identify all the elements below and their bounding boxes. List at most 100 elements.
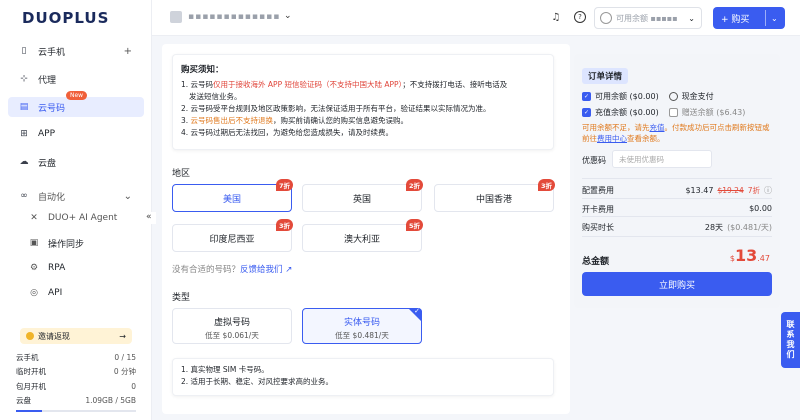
resource-stats: 云手机 0 / 15 临时开机 0 分钟 包月开机 0 云盘 1.09GB / 5GB [16, 350, 136, 408]
feedback-link[interactable]: 反馈给我们 [240, 265, 283, 275]
new-badge: New [66, 91, 88, 100]
apps-grid-icon: ⊞ [20, 129, 28, 139]
sidebar-item-ai-agent[interactable]: ✕ DUO+ AI Agent [18, 208, 144, 228]
type-features: 1. 真实物理 SIM 卡号码。 2. 适用于长期、稳定、对风控要求高的业务。 [172, 358, 554, 396]
recharge-balance-option[interactable]: ✓ 充值余额 ($0.00) 赠送余额 ($6.43) [582, 107, 745, 118]
sidebar-item-rpa[interactable]: ⚙ RPA [18, 258, 144, 278]
sidebar-item-api[interactable]: ◎ API [18, 283, 144, 303]
sidebar-item-label: API [48, 288, 63, 298]
disk-usage-fill [16, 410, 43, 412]
region-option-uk[interactable]: 英国 2折 [302, 179, 423, 212]
stat-row: 包月开机 0 [16, 381, 136, 391]
chevron-down-icon[interactable]: ⌄ [284, 11, 292, 21]
contact-label: 联系我们 [786, 320, 795, 359]
buy-button[interactable]: + 购买 ⌄ [713, 7, 785, 29]
help-icon[interactable]: ? [574, 11, 586, 23]
sidebar-item-label: APP [38, 129, 56, 139]
invite-cashback-button[interactable]: 邀请返现 → [20, 328, 132, 344]
api-icon: ◎ [30, 288, 38, 298]
sidebar-item-cloud-phone[interactable]: ▯ 云手机 + [8, 41, 144, 61]
type-option-physical[interactable]: 实体号码 低至 $0.481/天 ✓ [302, 307, 422, 344]
order-title: 订单详情 [582, 68, 629, 84]
buy-button-label: + 购买 [721, 14, 750, 25]
check-icon: ✓ [414, 307, 420, 315]
checkbox-checked-icon[interactable]: ✓ [582, 92, 591, 101]
coupon-label: 优惠码 [582, 156, 606, 165]
sidebar-item-label: 操作同步 [48, 239, 85, 250]
sim-icon: ▤ [19, 102, 29, 112]
feedback-prompt: 没有合适的号码？反馈给我们 ↗ [172, 265, 293, 275]
add-icon[interactable]: + [124, 46, 132, 57]
discount-badge: 3折 [537, 179, 555, 191]
sidebar-item-cloud-number[interactable]: ▤ 云号码 New [8, 91, 144, 117]
notice-line: 1. 云号码仅用于接收海外 APP 短信验证码（不支持中国大陆 APP）；不支持… [181, 80, 508, 89]
total-amount: $13.47 [729, 246, 770, 265]
sidebar-item-label: 云盘 [38, 158, 57, 169]
sidebar-item-cloud-disk[interactable]: ☁ 云盘 [8, 152, 144, 172]
rpa-icon: ⚙ [29, 263, 39, 273]
sidebar-item-app[interactable]: ⊞ APP [8, 124, 144, 144]
sidebar-item-sync[interactable]: ▣ 操作同步 [18, 233, 144, 253]
balance-label: 可用余额 ▪▪▪▪▪ [616, 13, 678, 23]
discount-badge: 2折 [405, 179, 423, 191]
insufficient-balance-warning: 可用余额不足，请先充值。付款成功后可点击刷新按钮或前往费用中心查看余额。 [582, 123, 770, 143]
contact-us-button[interactable]: 联系我们 [781, 312, 800, 368]
pay-balance-option[interactable]: ✓ 可用余额 ($0.00) 现金支付 [582, 91, 714, 102]
recharge-link[interactable]: 充值 [650, 123, 665, 132]
billing-center-link[interactable]: 费用中心 [597, 134, 627, 143]
info-icon: ⓘ [764, 186, 772, 195]
region-option-hk[interactable]: 中国香港 3折 [434, 179, 555, 212]
automation-icon: ∞ [20, 191, 28, 201]
total-label: 总金额 [582, 257, 610, 267]
bell-icon[interactable]: ♫ [550, 11, 562, 23]
config-fee-row: 配置费用 $13.47 $19.24 7折 ⓘ [582, 186, 772, 195]
stat-row: 云盘 1.09GB / 5GB [16, 396, 136, 406]
discount-badge: 5折 [405, 219, 423, 231]
purchase-notice: 购买须知： 1. 云号码仅用于接收海外 APP 短信验证码（不支持中国大陆 AP… [172, 54, 554, 150]
user-avatar-icon [600, 12, 612, 24]
checkbox-checked-icon[interactable]: ✓ [582, 108, 591, 117]
cloud-icon: ☁ [19, 157, 29, 167]
region-label: 地区 [172, 169, 191, 179]
region-option-id[interactable]: 印度尼西亚 3折 [172, 219, 293, 252]
coupon-input[interactable]: 未使用优惠码 [612, 150, 712, 168]
account-name[interactable]: ▪▪▪▪▪▪▪▪▪▪▪▪▪ [188, 12, 280, 22]
notice-line: 3. 云号码售出后不支持退换，购买前请确认您的购买信息避免误购。 [181, 116, 409, 125]
purchase-form: 购买须知： 1. 云号码仅用于接收海外 APP 短信验证码（不支持中国大陆 AP… [162, 44, 570, 414]
type-option-virtual[interactable]: 虚拟号码 低至 $0.061/天 [172, 308, 292, 344]
balance-selector[interactable]: 可用余额 ▪▪▪▪▪ ⌄ [594, 7, 702, 29]
sidebar-item-proxy[interactable]: ⊹ 代理 [8, 69, 144, 89]
duration-row: 购买时长 28天 ($0.481/天) [582, 223, 772, 232]
feature-line: 1. 真实物理 SIM 卡号码。 [181, 365, 269, 374]
sidebar-item-label: RPA [48, 263, 66, 273]
notice-title: 购买须知： [181, 65, 224, 75]
chevron-down-icon[interactable]: ⌄ [771, 14, 778, 23]
invite-label: 邀请返现 [38, 331, 70, 341]
notice-line: 4. 云号码过期后无法找回，为避免给您造成损失，请及时续费。 [181, 128, 394, 137]
account-avatar-icon [170, 11, 182, 23]
checkbox-icon[interactable] [668, 108, 678, 117]
type-label: 类型 [172, 293, 191, 303]
ai-agent-icon: ✕ [30, 213, 38, 223]
sidebar-item-label: 自动化 [38, 192, 66, 203]
disk-usage-bar [16, 410, 136, 412]
coin-icon [26, 332, 34, 340]
radio-icon[interactable] [668, 92, 678, 101]
sidebar-item-automation[interactable]: ∞ 自动化 ⌄ [8, 186, 144, 206]
region-option-au[interactable]: 澳大利亚 5折 [302, 219, 423, 252]
region-option-us[interactable]: 美国 7折 [172, 179, 293, 212]
discount-badge: 7折 [275, 179, 293, 191]
buy-now-button[interactable]: 立即购买 [582, 272, 772, 296]
sidebar-item-label: 云号码 [38, 103, 66, 114]
stat-row: 临时开机 0 分钟 [16, 367, 136, 377]
top-header: ▪▪▪▪▪▪▪▪▪▪▪▪▪ ⌄ ♫ ? 可用余额 ▪▪▪▪▪ ⌄ + 购买 ⌄ [152, 0, 800, 36]
chevron-down-icon: ⌄ [123, 190, 132, 202]
logo: DUOPLUS [22, 9, 110, 27]
external-link-icon[interactable]: ↗ [283, 265, 292, 275]
sidebar-item-label: DUO+ AI Agent [48, 213, 118, 223]
setup-fee-row: 开卡费用 $0.00 [582, 204, 772, 214]
collapse-sidebar-icon[interactable]: « [146, 212, 156, 224]
discount-badge: 3折 [275, 219, 293, 231]
chevron-down-icon: ⌄ [688, 13, 695, 23]
sidebar-item-label: 代理 [38, 75, 57, 86]
